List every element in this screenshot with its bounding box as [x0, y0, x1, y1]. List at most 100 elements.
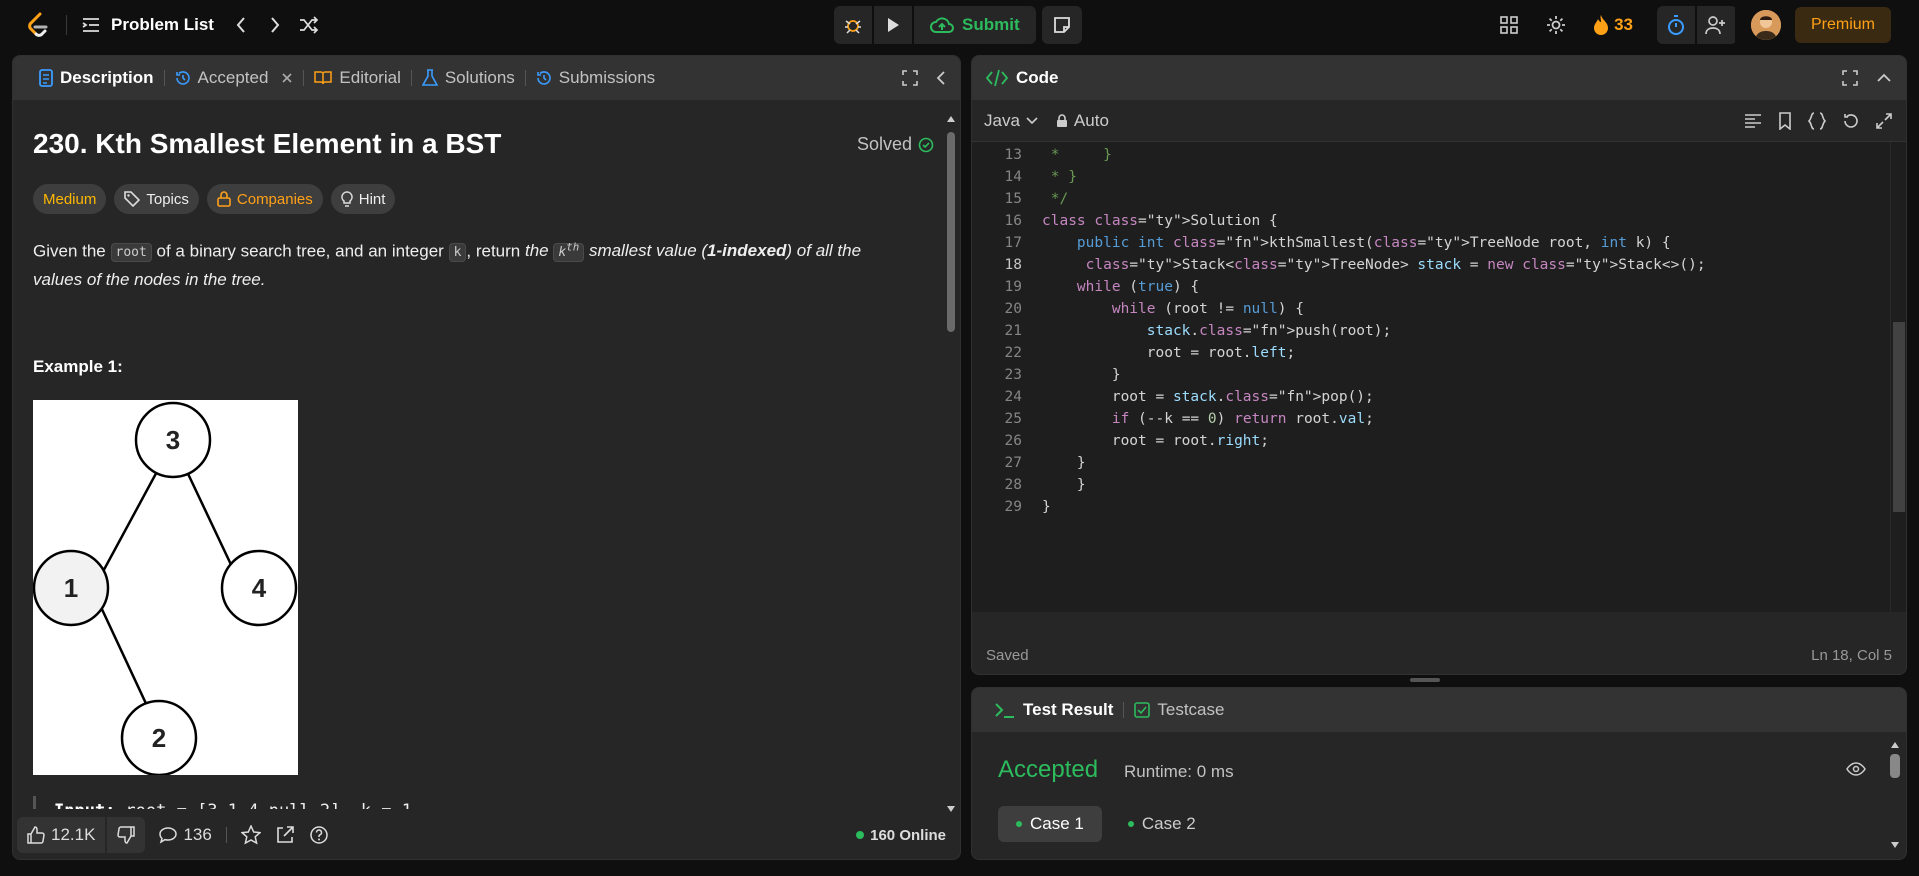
reset-icon[interactable]: [1842, 112, 1860, 130]
maximize-icon[interactable]: [1842, 70, 1858, 86]
submit-button[interactable]: Submit: [914, 6, 1036, 44]
page-title[interactable]: 230. Kth Smallest Element in a BST: [33, 128, 501, 160]
like-count: 12.1K: [51, 825, 96, 844]
code-editor[interactable]: 13 * } 14 * } 15 */ 16 class class="ty">S…: [972, 142, 1906, 612]
case-tab[interactable]: Case 2: [1110, 806, 1214, 842]
leetcode-logo-icon[interactable]: [24, 11, 52, 39]
next-problem-button[interactable]: [260, 10, 290, 40]
terminal-icon: [995, 703, 1014, 718]
tab-label: Editorial: [339, 68, 401, 87]
hint-label: Hint: [358, 190, 386, 208]
tab-submissions[interactable]: Submissions: [526, 56, 665, 100]
companies-chip[interactable]: Companies: [206, 184, 323, 214]
problem-list-label: Problem List: [111, 15, 214, 34]
inline-code: k: [448, 243, 467, 263]
fire-icon: [1594, 15, 1609, 35]
comments-button[interactable]: 136: [159, 825, 212, 845]
case-tab[interactable]: Case 1: [998, 806, 1102, 842]
code-line: 22 root = root.left;: [972, 342, 1906, 364]
description-content: 230. Kth Smallest Element in a BST Solve…: [33, 100, 934, 809]
scrollbar-thumb[interactable]: [1890, 754, 1900, 778]
line-number: 19: [1004, 279, 1022, 295]
tab-editorial[interactable]: Editorial: [304, 56, 410, 100]
tab-solutions[interactable]: Solutions: [412, 56, 525, 100]
avatar[interactable]: [1750, 10, 1781, 40]
problem-list-button[interactable]: Problem List: [81, 15, 214, 35]
maximize-icon[interactable]: [902, 70, 918, 86]
hint-chip[interactable]: Hint: [330, 184, 396, 214]
line-number: 17: [1004, 235, 1022, 251]
code-text: }: [1042, 367, 1121, 383]
random-problem-button[interactable]: [294, 10, 324, 40]
chevron-right-icon: [271, 17, 280, 33]
tree-node: 4: [252, 573, 267, 603]
eye-icon[interactable]: [1846, 762, 1866, 776]
run-button[interactable]: [874, 6, 914, 44]
pass-dot: [1127, 821, 1134, 827]
help-icon[interactable]: [309, 825, 329, 845]
code-panel: Code Java Auto 13 * } 14 * } 15 */ 16 cla…: [971, 55, 1907, 675]
verdict-text: Accepted: [998, 756, 1099, 783]
tab-testcase[interactable]: Testcase: [1124, 688, 1234, 732]
line-number: 28: [1004, 477, 1022, 493]
scrollbar-thumb[interactable]: [947, 132, 955, 332]
code-line: 21 stack.class="fn">push(root);: [972, 320, 1906, 342]
code-text: if (--k == 0) return root.val;: [1111, 411, 1374, 427]
expand-icon[interactable]: [1876, 113, 1892, 129]
scroll-up-icon[interactable]: [946, 114, 956, 124]
scroll-up-icon[interactable]: [1890, 740, 1900, 750]
case-label: Case 1: [1030, 814, 1084, 833]
code-line: 23 }: [972, 364, 1906, 386]
description-panel: Description Accepted Editorial Solutions…: [12, 55, 961, 860]
chevron-up-icon[interactable]: [1876, 73, 1892, 83]
description-scrollbar[interactable]: [946, 114, 956, 814]
tab-description[interactable]: Description: [29, 56, 164, 100]
shuffle-icon: [299, 16, 319, 34]
collapse-left-icon[interactable]: [936, 70, 946, 86]
auto-mode-toggle[interactable]: Auto: [1056, 111, 1109, 131]
history-icon: [175, 71, 190, 85]
code-text: stack.class="fn">push(root);: [1146, 323, 1392, 339]
panel-resize-handle[interactable]: [1410, 678, 1440, 682]
example-tree-image: 3 1 4 2: [33, 400, 298, 775]
tab-test-result[interactable]: Test Result: [984, 688, 1123, 732]
tab-accepted[interactable]: Accepted: [165, 56, 304, 100]
cursor-position: Ln 18, Col 5: [1811, 646, 1892, 664]
like-button[interactable]: 12.1K: [17, 817, 108, 853]
topics-chip[interactable]: Topics: [114, 184, 199, 214]
braces-icon[interactable]: [1808, 112, 1826, 130]
test-result-body: Accepted Runtime: 0 ms Case 1 Case 2: [972, 732, 1906, 859]
scroll-down-icon[interactable]: [1890, 840, 1900, 850]
debug-button[interactable]: [834, 6, 874, 44]
check-circle-icon: [918, 137, 934, 152]
prev-problem-button[interactable]: [226, 10, 256, 40]
share-icon[interactable]: [275, 825, 295, 845]
layout-grid-icon[interactable]: [1499, 15, 1519, 35]
premium-button[interactable]: Premium: [1794, 7, 1891, 43]
close-icon[interactable]: [281, 72, 293, 84]
code-line: 29}: [972, 496, 1906, 518]
language-select[interactable]: Java: [984, 111, 1038, 131]
input-value: root = [3,1,4,null,2], k = 1: [125, 801, 412, 809]
bookmark-icon[interactable]: [1778, 112, 1792, 130]
line-number: 21: [1004, 323, 1022, 339]
scrollbar-thumb[interactable]: [1893, 322, 1905, 512]
line-number: 27: [1004, 455, 1022, 471]
invite-button[interactable]: [1697, 6, 1737, 44]
stopwatch-icon: [1667, 15, 1684, 35]
pass-dot: [1016, 821, 1022, 827]
gear-icon[interactable]: [1545, 14, 1567, 36]
timer-button[interactable]: [1657, 6, 1697, 44]
editor-scrollbar[interactable]: [1890, 142, 1906, 612]
line-number: 26: [1004, 433, 1022, 449]
star-icon[interactable]: [240, 825, 261, 845]
code-line: 17 public int class="fn">kthSmallest(cla…: [972, 232, 1906, 254]
streak-counter[interactable]: 33: [1593, 14, 1633, 36]
notes-button[interactable]: [1041, 6, 1082, 44]
tab-code-label[interactable]: Code: [1016, 68, 1059, 88]
code-text: * }: [1042, 147, 1112, 163]
comment-count: 136: [183, 825, 212, 844]
dislike-button[interactable]: [107, 817, 145, 853]
test-scrollbar[interactable]: [1890, 740, 1900, 850]
format-icon[interactable]: [1744, 113, 1762, 129]
